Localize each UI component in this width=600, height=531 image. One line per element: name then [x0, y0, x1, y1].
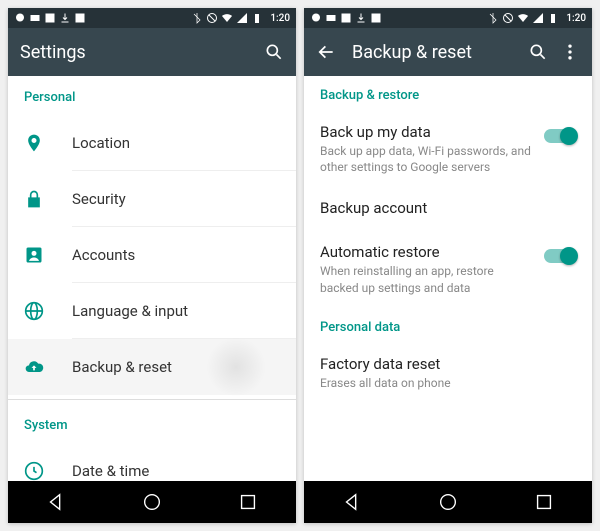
nav-bar	[304, 481, 592, 523]
image-icon	[44, 12, 56, 24]
download-icon	[355, 12, 367, 24]
globe-icon	[24, 301, 44, 321]
phone-settings: 1:20 Settings Personal Location Security…	[8, 8, 296, 523]
toggle-backup-data[interactable]	[544, 129, 576, 143]
dnd-icon	[206, 12, 218, 24]
item-label: Accounts	[72, 246, 135, 264]
signal-icon	[236, 12, 248, 24]
translate-icon	[370, 12, 382, 24]
app-bar: Backup & reset	[304, 28, 592, 76]
wifi-icon	[517, 12, 529, 24]
search-icon[interactable]	[528, 42, 548, 62]
nav-home-icon[interactable]	[141, 491, 163, 513]
clock-text: 1:20	[566, 13, 586, 24]
section-header-backup: Backup & restore	[304, 76, 592, 111]
download-icon	[59, 12, 71, 24]
lock-icon	[24, 189, 44, 209]
setting-subtitle: Back up app data, Wi-Fi passwords, and o…	[320, 143, 534, 175]
clock-icon	[24, 461, 44, 481]
bluetooth-icon	[487, 12, 499, 24]
page-title: Settings	[20, 42, 252, 63]
nav-bar	[8, 481, 296, 523]
hangouts-icon	[310, 12, 322, 24]
mail-icon	[325, 12, 337, 24]
backup-reset-list: Backup & restore Back up my data Back up…	[304, 76, 592, 481]
setting-subtitle: Erases all data on phone	[320, 375, 576, 391]
section-header-system: System	[8, 404, 296, 443]
overflow-menu-icon[interactable]	[560, 42, 580, 62]
wifi-icon	[221, 12, 233, 24]
mail-icon	[29, 12, 41, 24]
status-bar: 1:20	[304, 8, 592, 28]
setting-subtitle: When reinstalling an app, restore backed…	[320, 263, 534, 295]
sidebar-item-backup-reset[interactable]: Backup & reset	[8, 339, 296, 395]
sidebar-item-accounts[interactable]: Accounts	[8, 227, 296, 283]
search-icon[interactable]	[264, 42, 284, 62]
dnd-icon	[502, 12, 514, 24]
translate-icon	[74, 12, 86, 24]
nav-recents-icon[interactable]	[533, 491, 555, 513]
bluetooth-icon	[191, 12, 203, 24]
sidebar-item-location[interactable]: Location	[8, 115, 296, 171]
cloud-upload-icon	[24, 357, 44, 377]
setting-automatic-restore[interactable]: Automatic restore When reinstalling an a…	[304, 231, 592, 307]
setting-factory-reset[interactable]: Factory data reset Erases all data on ph…	[304, 343, 592, 403]
nav-home-icon[interactable]	[437, 491, 459, 513]
item-label: Language & input	[72, 302, 188, 320]
setting-backup-account[interactable]: Backup account	[304, 187, 592, 231]
status-bar: 1:20	[8, 8, 296, 28]
sidebar-item-language[interactable]: Language & input	[8, 283, 296, 339]
toggle-auto-restore[interactable]	[544, 249, 576, 263]
section-header-personal-data: Personal data	[304, 308, 592, 343]
signal-icon	[532, 12, 544, 24]
item-label: Date & time	[72, 462, 149, 480]
location-icon	[24, 133, 44, 153]
section-header-personal: Personal	[8, 76, 296, 115]
page-title: Backup & reset	[352, 42, 516, 63]
app-bar: Settings	[8, 28, 296, 76]
setting-backup-my-data[interactable]: Back up my data Back up app data, Wi-Fi …	[304, 111, 592, 187]
setting-title: Factory data reset	[320, 355, 576, 373]
battery-icon	[251, 12, 263, 24]
battery-icon	[547, 12, 559, 24]
item-label: Backup & reset	[72, 358, 172, 376]
nav-recents-icon[interactable]	[237, 491, 259, 513]
setting-title: Automatic restore	[320, 243, 534, 261]
nav-back-icon[interactable]	[341, 491, 363, 513]
item-label: Location	[72, 134, 130, 152]
settings-list: Personal Location Security Accounts Lang…	[8, 76, 296, 481]
sidebar-item-datetime[interactable]: Date & time	[8, 443, 296, 481]
clock-text: 1:20	[270, 13, 290, 24]
image-icon	[340, 12, 352, 24]
sidebar-item-security[interactable]: Security	[8, 171, 296, 227]
divider	[8, 399, 296, 400]
item-label: Security	[72, 190, 126, 208]
setting-title: Back up my data	[320, 123, 534, 141]
setting-title: Backup account	[320, 199, 576, 217]
nav-back-icon[interactable]	[45, 491, 67, 513]
phone-backup-reset: 1:20 Backup & reset Backup & restore Bac…	[304, 8, 592, 523]
back-arrow-icon[interactable]	[316, 42, 336, 62]
touch-ripple	[206, 337, 266, 397]
hangouts-icon	[14, 12, 26, 24]
account-icon	[24, 245, 44, 265]
